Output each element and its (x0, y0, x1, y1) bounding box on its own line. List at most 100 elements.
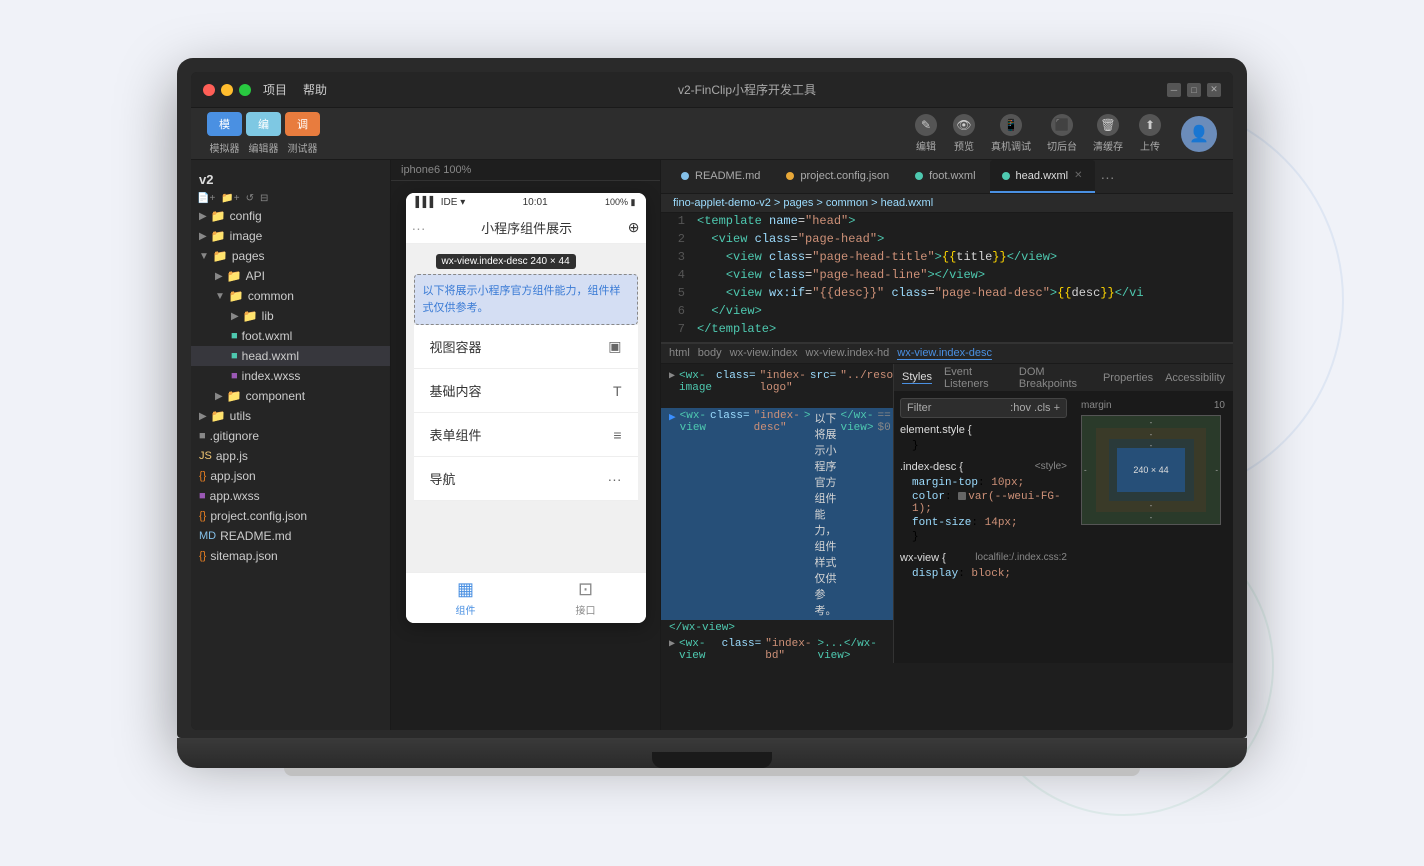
element-tooltip: wx-view.index-desc 240 × 44 (436, 254, 576, 269)
tree-collapse-icon[interactable]: ⊟ (260, 193, 268, 204)
code-line-3: 3 <view class="page-head-title">{{title}… (661, 249, 1233, 267)
tab-head-wxml[interactable]: head.wxml ✕ (990, 160, 1095, 193)
tree-item-component[interactable]: ▶ 📁 component (191, 386, 390, 406)
window-controls (203, 84, 251, 96)
code-line-7: 7 </template> (661, 321, 1233, 339)
win-restore[interactable]: □ (1187, 83, 1201, 97)
tree-refresh-icon[interactable]: ↺ (246, 193, 254, 204)
minimize-button[interactable] (221, 84, 233, 96)
phone-content: wx-view.index-desc 240 × 44 以下将展示小程序官方组件… (406, 244, 646, 572)
menu-item-nav[interactable]: 导航 ··· (414, 457, 638, 501)
tree-item-lib[interactable]: ▶ 📁 lib (191, 306, 390, 326)
action-background[interactable]: ⬛ 切后台 (1047, 114, 1077, 153)
maximize-button[interactable] (239, 84, 251, 96)
element-nav-index[interactable]: wx-view.index (730, 347, 798, 360)
close-button[interactable] (203, 84, 215, 96)
tab-head-label: head.wxml (1016, 170, 1069, 182)
tab-foot-label: foot.wxml (929, 170, 975, 182)
tree-item-gitignore[interactable]: ■ .gitignore (191, 426, 390, 446)
styles-tabs: Styles Event Listeners DOM Breakpoints P… (894, 364, 1233, 392)
tree-item-api[interactable]: ▶ 📁 API (191, 266, 390, 286)
tree-item-common[interactable]: ▼ 📁 common (191, 286, 390, 306)
upload-label: 上传 (1140, 138, 1160, 153)
signal-icon: ▌▌▌ (416, 197, 437, 208)
menu-help[interactable]: 帮助 (303, 81, 327, 98)
tree-item-foot-wxml[interactable]: ■ foot.wxml (191, 326, 390, 346)
phone-page-title: 小程序组件展示 (481, 218, 572, 237)
action-preview[interactable]: 👁 预览 (953, 114, 975, 153)
code-line-4: 4 <view class="page-head-line"></view> (661, 267, 1233, 285)
tree-item-head-wxml[interactable]: ■ head.wxml (191, 346, 390, 366)
style-margin-top: margin-top: 10px; (900, 476, 1067, 490)
nav-interfaces-label: 接口 (576, 602, 596, 617)
tree-item-index-wxss[interactable]: ■ index.wxss (191, 366, 390, 386)
menu-item-form[interactable]: 表单组件 ≡ (414, 413, 638, 457)
win-minimize[interactable]: ─ (1167, 83, 1181, 97)
filter-label: Filter (907, 402, 931, 414)
border-bottom-val: - (1150, 501, 1153, 510)
styles-tab-events[interactable]: Event Listeners (944, 366, 1007, 390)
tree-item-project-config[interactable]: {} project.config.json (191, 506, 390, 526)
tree-item-app-wxss[interactable]: ■ app.wxss (191, 486, 390, 506)
tab-simulator[interactable]: 模 (207, 112, 242, 136)
menu-project[interactable]: 项目 (263, 81, 287, 98)
tree-item-utils[interactable]: ▶ 📁 utils (191, 406, 390, 426)
app-title: v2-FinClip小程序开发工具 (327, 81, 1167, 98)
action-device-debug[interactable]: 📱 真机调试 (991, 114, 1031, 153)
phone-frame: ▌▌▌ IDE ▾ 10:01 100% ▮ ··· 小程序组件展示 (406, 193, 646, 623)
tree-new-file-icon[interactable]: 📄+ (197, 193, 215, 204)
styles-tab-properties[interactable]: Properties (1103, 372, 1153, 384)
element-nav-body[interactable]: body (698, 347, 722, 360)
box-border-layer: - - - 240 × 44 (1096, 428, 1206, 512)
action-clear-cache[interactable]: 🗑 清缓存 (1093, 114, 1123, 153)
win-close[interactable]: ✕ (1207, 83, 1221, 97)
tree-item-image[interactable]: ▶ 📁 image (191, 226, 390, 246)
tree-item-sitemap[interactable]: {} sitemap.json (191, 546, 390, 566)
tree-item-readme[interactable]: MD README.md (191, 526, 390, 546)
tab-editor[interactable]: 编 (246, 112, 281, 136)
element-nav-html[interactable]: html (669, 347, 690, 360)
editor-tabs: README.md project.config.json foot.wxml (661, 160, 1233, 194)
tree-item-app-json[interactable]: {} app.json (191, 466, 390, 486)
tab-project-config[interactable]: project.config.json (774, 160, 901, 193)
style-display: display: block; (900, 567, 1067, 581)
menu-item-icon-form: ≡ (613, 427, 621, 443)
phone-menu: 视图容器 ▣ 基础内容 T 表单组件 ≡ (414, 325, 638, 501)
styles-tab-dom-breakpoints[interactable]: DOM Breakpoints (1019, 366, 1091, 390)
tab-test[interactable]: 调 (285, 112, 320, 136)
tree-new-folder-icon[interactable]: 📁+ (221, 193, 239, 204)
action-edit[interactable]: ✎ 编辑 (915, 114, 937, 153)
styles-filter[interactable]: Filter :hov .cls + (900, 398, 1067, 418)
styles-rule-wx-view: wx-view { localfile:/.index.css:2 displa… (900, 552, 1067, 581)
wx-view-source: localfile:/.index.css:2 (975, 552, 1067, 567)
tab-project-label: project.config.json (800, 170, 889, 182)
menu-item-icon-view: ▣ (608, 338, 621, 355)
tab-readme[interactable]: README.md (669, 160, 772, 193)
menu-item-view[interactable]: 视图容器 ▣ (414, 325, 638, 369)
element-nav-index-desc[interactable]: wx-view.index-desc (897, 347, 992, 360)
tree-item-pages[interactable]: ▼ 📁 pages (191, 246, 390, 266)
tab-test-label: 测试器 (288, 140, 318, 155)
tab-foot-wxml[interactable]: foot.wxml (903, 160, 987, 193)
tab-project-dot (786, 172, 794, 180)
nav-interfaces-icon: ⊡ (578, 579, 593, 600)
editor-area: README.md project.config.json foot.wxml (661, 160, 1233, 730)
nav-interfaces[interactable]: ⊡ 接口 (526, 579, 646, 617)
tree-item-app-js[interactable]: JS app.js (191, 446, 390, 466)
device-debug-label: 真机调试 (991, 138, 1031, 153)
upload-icon: ⬆ (1139, 114, 1161, 136)
margin-bottom-val: - (1150, 513, 1153, 522)
styles-tab-accessibility[interactable]: Accessibility (1165, 372, 1225, 384)
background-label: 切后台 (1047, 138, 1077, 153)
styles-tab-styles[interactable]: Styles (902, 371, 932, 384)
element-nav-index-hd[interactable]: wx-view.index-hd (806, 347, 890, 360)
tree-item-config[interactable]: ▶ 📁 config (191, 206, 390, 226)
tab-head-close[interactable]: ✕ (1074, 170, 1082, 181)
action-upload[interactable]: ⬆ 上传 (1139, 114, 1161, 153)
dom-line-2: ▶ <wx-view class="index-desc" > 以下将展示小程序… (661, 408, 893, 620)
menu-item-basic[interactable]: 基础内容 T (414, 369, 638, 413)
nav-components[interactable]: ▦ 组件 (406, 579, 526, 617)
user-avatar[interactable]: 👤 (1181, 116, 1217, 152)
code-editor[interactable]: 1 <template name="head"> 2 <view class="… (661, 213, 1233, 343)
more-tabs-icon[interactable]: ··· (1101, 169, 1115, 185)
